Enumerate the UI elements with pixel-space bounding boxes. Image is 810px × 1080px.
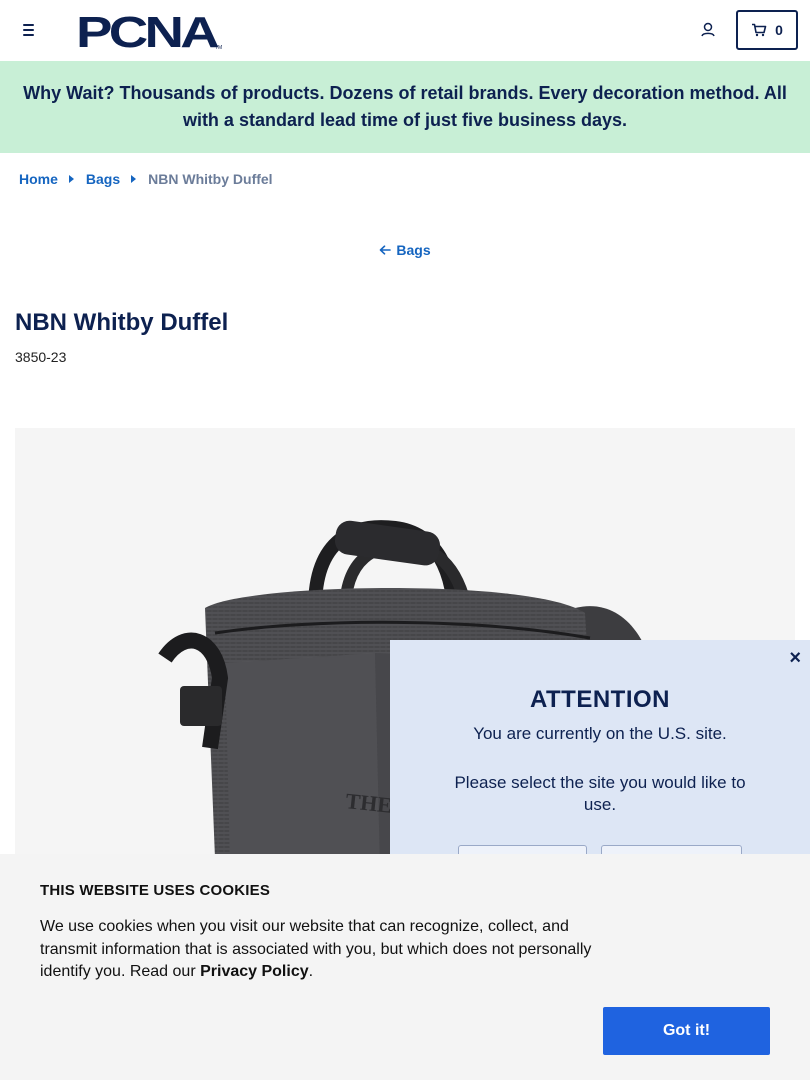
back-link-label: Bags bbox=[396, 242, 431, 258]
popup-title: ATTENTION bbox=[529, 686, 671, 713]
logo-tm: TM bbox=[215, 45, 222, 50]
user-account-icon[interactable] bbox=[698, 20, 718, 40]
cookie-body-text: We use cookies when you visit our websit… bbox=[40, 918, 592, 980]
privacy-policy-link[interactable]: Privacy Policy bbox=[200, 963, 309, 980]
breadcrumb-bags[interactable]: Bags bbox=[86, 171, 120, 187]
breadcrumb: Home Bags NBN Whitby Duffel bbox=[19, 170, 273, 188]
promo-banner: Why Wait? Thousands of products. Dozens … bbox=[0, 61, 810, 153]
site-header: PCNA TM 0 bbox=[0, 0, 810, 61]
breadcrumb-home[interactable]: Home bbox=[19, 171, 58, 187]
popup-current-site-text: You are currently on the U.S. site. bbox=[473, 724, 727, 743]
cookie-title: THIS WEBSITE USES COOKIES bbox=[40, 882, 271, 899]
breadcrumb-separator-icon bbox=[68, 175, 74, 183]
cookie-period: . bbox=[308, 963, 314, 980]
breadcrumb-current: NBN Whitby Duffel bbox=[148, 171, 273, 187]
product-title: NBN Whitby Duffel bbox=[15, 309, 229, 336]
product-sku: 3850-23 bbox=[15, 349, 67, 365]
close-icon[interactable]: × bbox=[789, 648, 801, 668]
hamburger-menu-icon[interactable] bbox=[18, 20, 38, 40]
promo-banner-text: Why Wait? Thousands of products. Dozens … bbox=[23, 83, 787, 130]
cookie-text: We use cookies when you visit our websit… bbox=[40, 916, 600, 984]
cart-count: 0 bbox=[775, 22, 783, 38]
cart-button[interactable]: 0 bbox=[736, 10, 798, 50]
back-to-bags-link[interactable]: Bags bbox=[379, 242, 431, 258]
pcna-logo[interactable]: PCNA TM bbox=[76, 10, 224, 50]
cart-icon bbox=[752, 23, 767, 37]
popup-select-site-text: Please select the site you would like to… bbox=[454, 773, 746, 814]
back-link-container: Bags bbox=[0, 242, 810, 258]
breadcrumb-separator-icon bbox=[131, 175, 137, 183]
arrow-left-icon bbox=[380, 245, 392, 255]
accept-cookies-button[interactable]: Got it! bbox=[603, 1007, 770, 1055]
cookie-banner: THIS WEBSITE USES COOKIES We use cookies… bbox=[0, 854, 810, 1080]
logo-text: PCNA bbox=[76, 10, 219, 50]
